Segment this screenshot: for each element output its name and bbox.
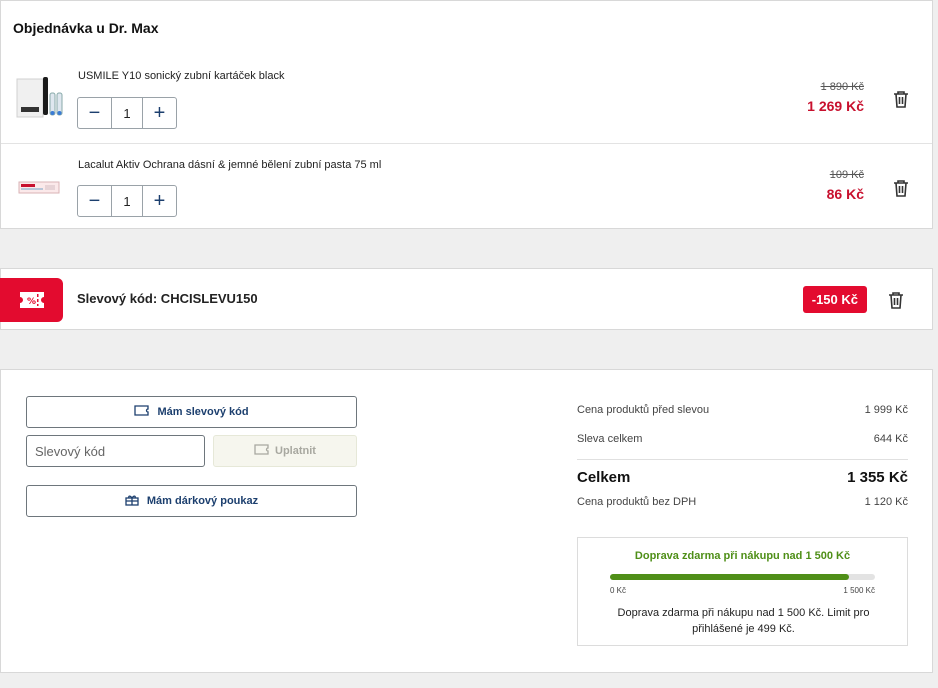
decrease-quantity-button[interactable]: − — [78, 186, 111, 216]
have-discount-code-button[interactable]: Mám slevový kód — [26, 396, 357, 428]
discounted-price: 1 269 Kč — [807, 98, 864, 114]
toothbrush-product-image[interactable] — [15, 75, 63, 121]
free-shipping-box: Doprava zdarma při nákupu nad 1 500 Kč 0… — [577, 537, 908, 646]
cart-item: USMILE Y10 sonický zubní kartáček black … — [1, 55, 932, 142]
summary-label: Cena produktů před slevou — [577, 404, 710, 416]
toothpaste-product-image[interactable] — [15, 164, 63, 210]
free-shipping-progress-bar — [610, 574, 875, 580]
svg-text:%: % — [27, 297, 36, 307]
quantity-stepper: − 1 + — [77, 97, 177, 129]
increase-quantity-button[interactable]: + — [143, 98, 176, 128]
free-shipping-title: Doprava zdarma při nákupu nad 1 500 Kč — [634, 550, 851, 562]
apply-code-label: Uplatnit — [275, 445, 316, 457]
discount-code-input[interactable] — [26, 435, 205, 467]
cart-item: Lacalut Aktiv Ochrana dásní & jemné běle… — [1, 143, 932, 230]
summary-row-before-discount: Cena produktů před slevou 1 999 Kč — [577, 404, 908, 416]
progress-min-label: 0 Kč — [610, 586, 627, 595]
apply-code-button[interactable]: Uplatnit — [213, 435, 357, 467]
total-label: Celkem — [577, 469, 631, 486]
coupon-code-label: Slevový kód: CHCISLEVU150 — [77, 291, 258, 306]
quantity-value[interactable]: 1 — [111, 186, 143, 216]
total-value: 1 355 Kč — [847, 469, 908, 486]
summary-label: Sleva celkem — [577, 433, 643, 445]
summary-row-total: Celkem 1 355 Kč — [577, 469, 908, 486]
order-summary-card: Mám slevový kód Uplatnit Mám dárkový pou… — [0, 369, 933, 673]
order-card: Objednávka u Dr. Max USMILE Y10 sonický … — [0, 0, 933, 229]
summary-row-discount: Sleva celkem 644 Kč — [577, 433, 908, 445]
free-shipping-text: Doprava zdarma při nákupu nad 1 500 Kč. … — [617, 607, 870, 635]
trash-icon[interactable] — [892, 178, 910, 198]
summary-value: 1 120 Kč — [864, 496, 908, 508]
summary-divider — [577, 459, 908, 460]
summary-value: 1 999 Kč — [864, 404, 908, 416]
gift-icon — [125, 494, 139, 509]
summary-label: Cena produktů bez DPH — [577, 496, 697, 508]
applied-coupon-card: % Slevový kód: CHCISLEVU150 -150 Kč — [0, 268, 933, 330]
increase-quantity-button[interactable]: + — [143, 186, 176, 216]
coupon-amount-badge: -150 Kč — [802, 286, 867, 313]
trash-icon[interactable] — [892, 89, 910, 109]
original-price: 109 Kč — [829, 169, 864, 181]
quantity-stepper: − 1 + — [77, 185, 177, 217]
summary-value: 644 Kč — [873, 433, 908, 445]
trash-icon[interactable] — [887, 290, 905, 310]
free-shipping-progress-fill — [610, 574, 850, 580]
ticket-icon — [254, 444, 269, 458]
discount-ticket-icon: % — [0, 278, 63, 322]
product-name[interactable]: Lacalut Aktiv Ochrana dásní & jemné běle… — [78, 159, 381, 171]
original-price: 1 890 Kč — [820, 81, 864, 93]
decrease-quantity-button[interactable]: − — [78, 98, 111, 128]
discounted-price: 86 Kč — [826, 186, 864, 202]
gift-voucher-button[interactable]: Mám dárkový poukaz — [26, 485, 357, 517]
progress-max-label: 1 500 Kč — [843, 586, 875, 595]
product-name[interactable]: USMILE Y10 sonický zubní kartáček black — [78, 70, 284, 82]
quantity-value[interactable]: 1 — [111, 98, 143, 128]
ticket-icon — [134, 405, 150, 419]
gift-voucher-label: Mám dárkový poukaz — [146, 495, 259, 507]
have-discount-code-label: Mám slevový kód — [157, 406, 249, 418]
summary-row-no-vat: Cena produktů bez DPH 1 120 Kč — [577, 496, 908, 508]
order-title: Objednávka u Dr. Max — [13, 20, 159, 36]
